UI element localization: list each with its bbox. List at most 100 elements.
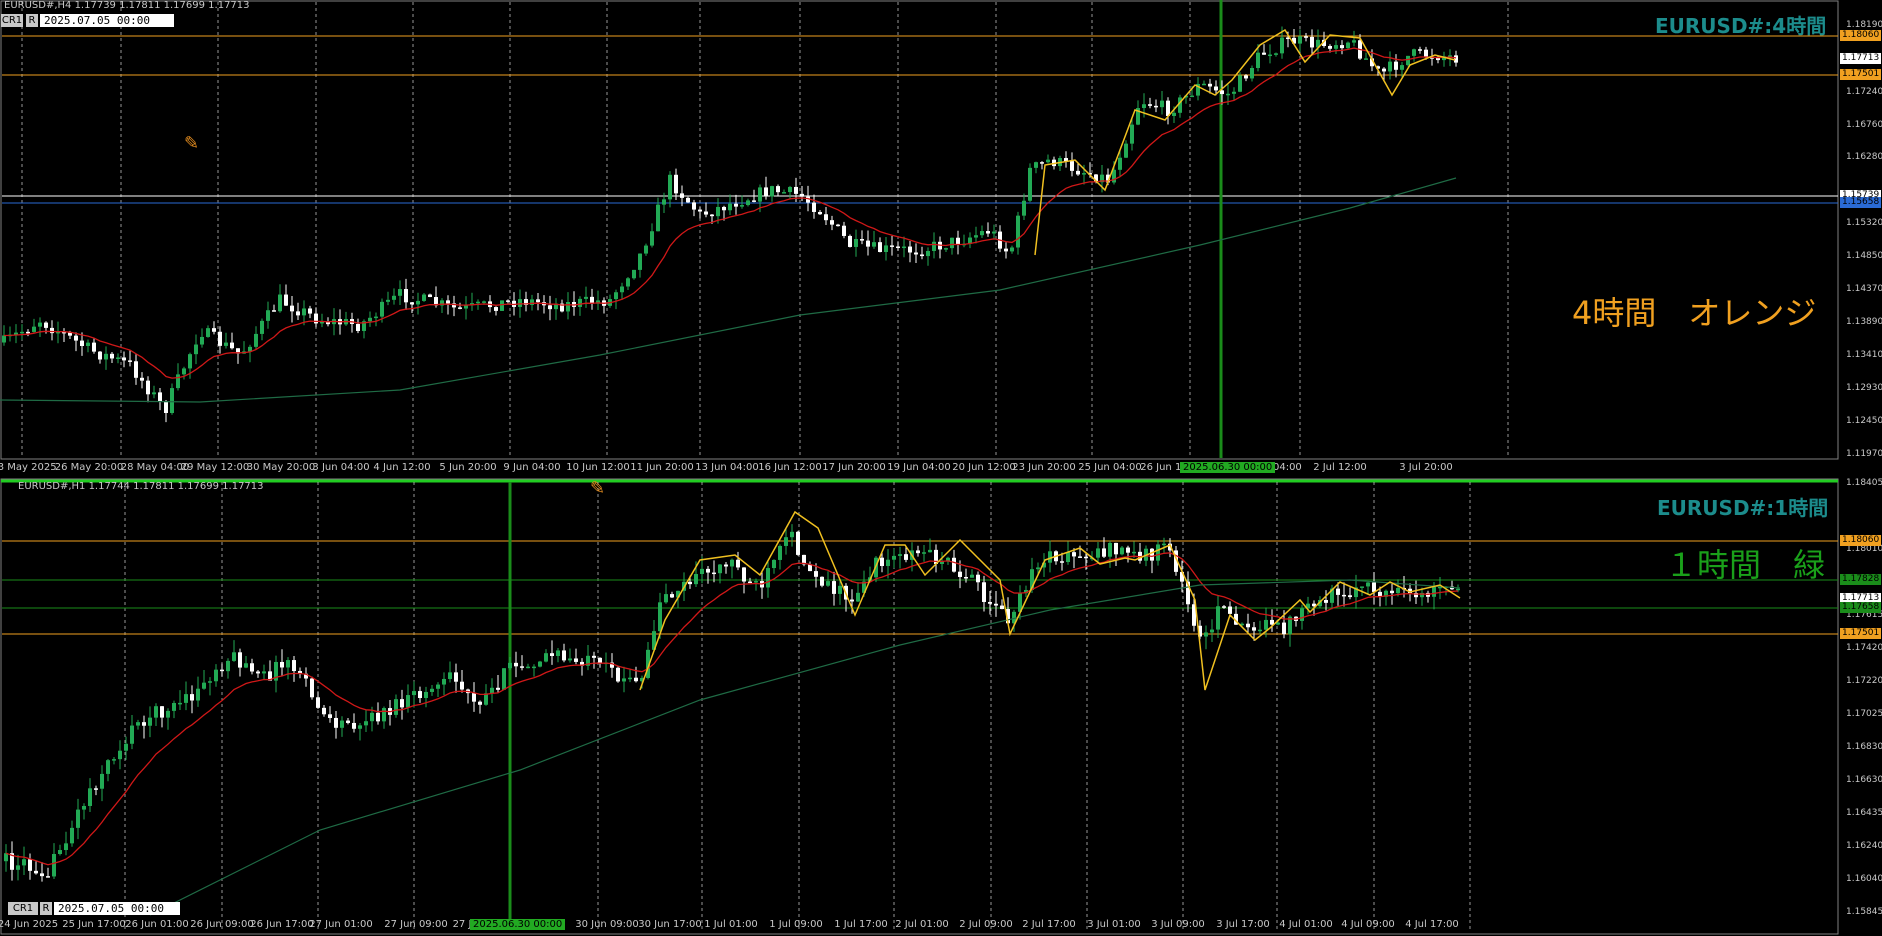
candle-body [428,294,432,298]
candle-body [92,342,96,352]
price-level-tag: 1.17658 [1840,602,1882,613]
candle-body [700,568,704,575]
drawing-tool-icon[interactable]: ✎ [184,133,199,154]
price-axis-label: 1.12930 [1846,383,1882,393]
time-axis-label: 10 Jun 12:00 [566,462,630,473]
candle-body [832,581,836,594]
candle-body [1342,594,1346,597]
candle-body [2,335,6,343]
candle-body [728,203,732,211]
bottom-r-button[interactable]: R [40,902,52,915]
price-axis-label: 1.17220 [1846,676,1882,686]
time-axis-label: 30 Jun 09:00 [575,919,639,930]
top-cr-button[interactable]: CR1 [1,14,23,27]
candle-body [668,174,672,200]
candle-body [166,710,170,718]
candle-body [920,254,924,257]
candle-body [712,572,716,575]
candle-body [716,206,720,217]
candle-body [1162,543,1166,546]
candle-body [752,200,756,202]
candle-body [412,691,416,696]
candle-body [574,658,578,662]
candle-body [292,660,296,672]
candle-body [484,693,488,705]
candle-body [772,559,776,569]
candle-body [34,870,38,874]
candle-body [1226,93,1230,96]
candle-body [706,568,710,573]
top-date-box[interactable]: 2025.07.05 00:00 [40,14,174,27]
candle-body [592,655,596,658]
time-axis-label: 29 May 12:00 [180,462,250,473]
candle-body [1232,91,1236,94]
candle-body [154,706,158,718]
bottom-date-box[interactable]: 2025.07.05 00:00 [54,902,180,915]
candle-body [788,186,792,193]
candle-body [494,307,498,311]
candle-body [922,552,926,554]
candle-body [262,671,266,674]
candle-body [1432,586,1436,597]
candle-body [218,331,222,346]
time-axis-label: 24 Jun 2025 [0,919,59,930]
candle-body [230,342,234,349]
candle-body [112,759,116,761]
price-level-tag: 1.15658 [1840,197,1882,208]
candle-body [392,295,396,300]
candle-body [506,300,510,302]
time-axis-label: 1 Jul 17:00 [834,919,888,930]
candle-body [814,571,818,577]
candle-body [892,555,896,560]
candle-body [838,585,842,594]
candle-body [490,687,494,694]
candle-body [890,245,894,247]
drawing-tool-icon[interactable]: ✎ [590,478,605,499]
candle-body [1066,552,1070,563]
candle-body [124,743,128,751]
candle-body [1372,582,1376,592]
candle-body [538,661,542,667]
candle-body [454,672,458,682]
candle-body [932,241,936,251]
candle-body [1028,167,1032,201]
candle-body [566,301,570,312]
candle-body [1252,627,1256,631]
candle-body [226,660,230,672]
candle-body [284,294,288,306]
time-axis-label: 20 Jun 12:00 [952,462,1016,473]
candle-body [28,859,32,871]
candle-body [1004,248,1008,252]
candle-body [160,706,164,718]
candle-body [824,214,828,221]
candle-body [886,559,890,567]
candle-body [250,663,254,672]
candle-body [1076,170,1080,175]
candle-body [1034,162,1038,168]
time-axis-label: 5 Jun 20:00 [439,462,497,473]
candle-body [622,678,626,682]
candle-body [1300,608,1304,621]
candle-body [1282,622,1286,635]
candle-body [472,693,476,702]
candle-body [194,344,198,355]
candle-body [976,574,980,583]
candle-body [898,554,902,556]
candle-body [106,760,110,774]
price-axis-label: 1.16630 [1846,775,1882,785]
zigzag-line [639,510,1461,691]
candle-body [146,380,150,395]
candle-body [460,681,464,690]
candle-body [854,239,858,247]
candle-body [398,289,402,296]
candle-body [1400,65,1404,70]
price-axis-label: 1.14850 [1846,251,1882,261]
candle-body [164,401,168,414]
candle-body [1060,561,1064,563]
candle-body [878,242,882,252]
candle-body [860,239,864,241]
candle-body [584,296,588,299]
top-r-button[interactable]: R [26,14,38,27]
price-level-tag: 1.17828 [1840,574,1882,585]
bottom-cr-button[interactable]: CR1 [8,902,38,915]
